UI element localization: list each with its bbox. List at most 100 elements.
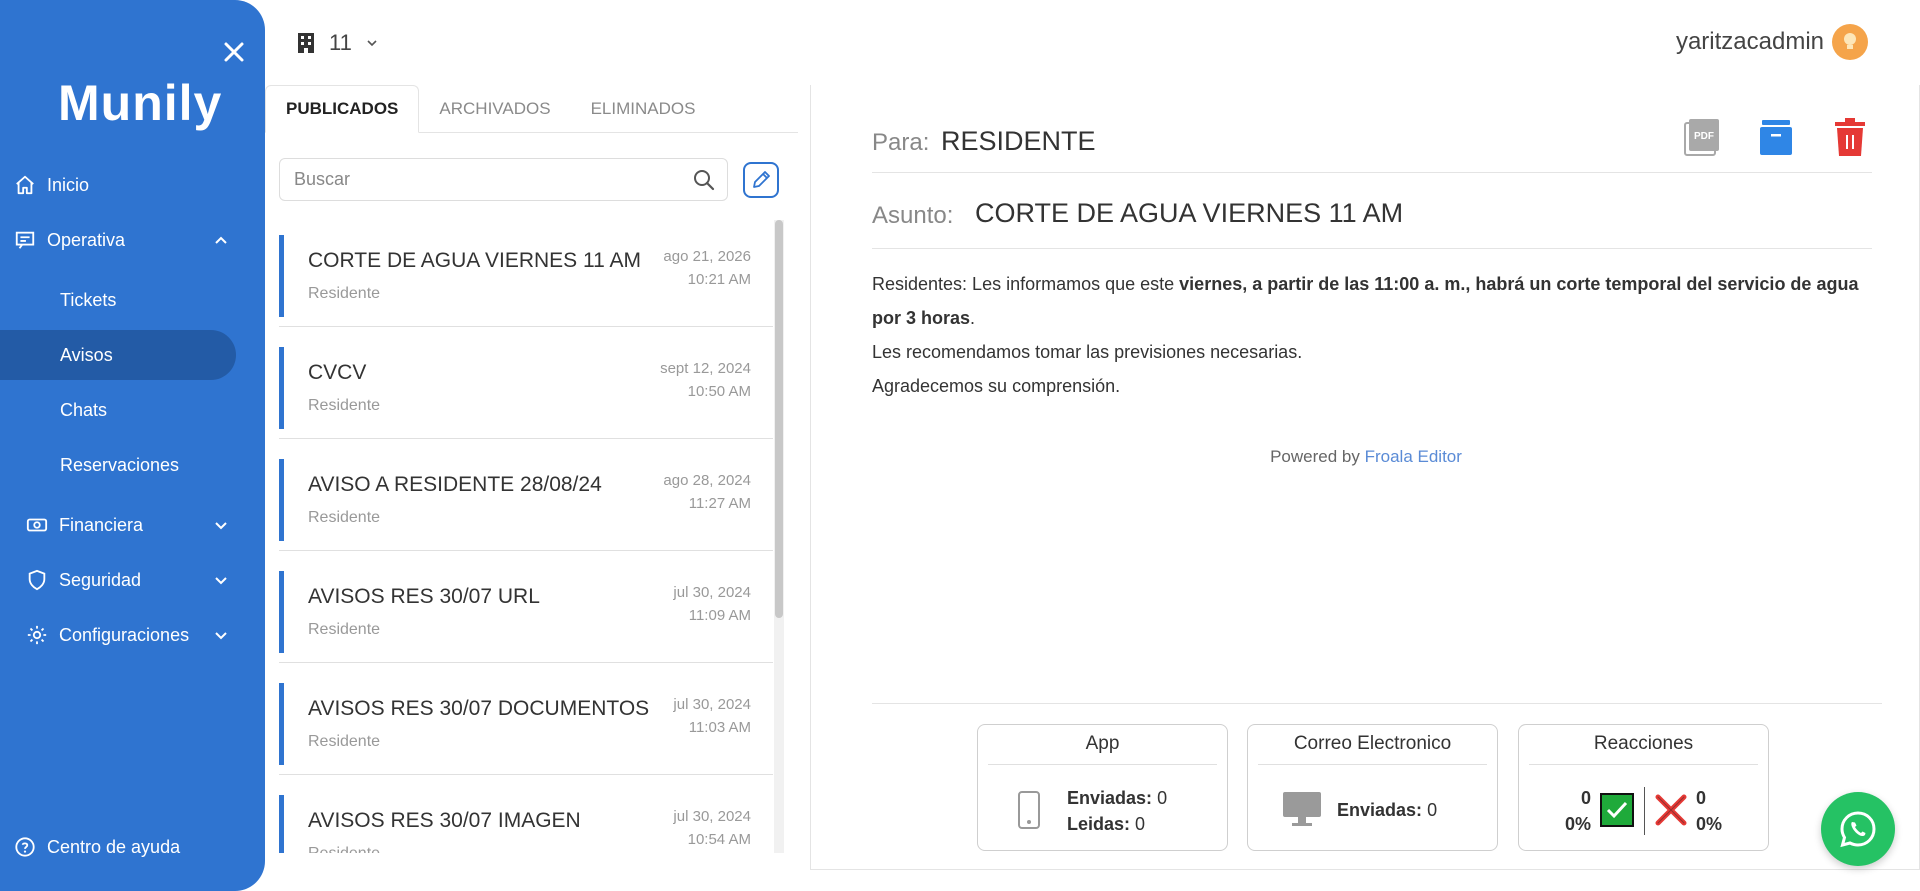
list-item[interactable]: CORTE DE AGUA VIERNES 11 AM Residente ago … [279, 235, 773, 327]
notice-date: jul 30, 2024 [673, 584, 751, 601]
list-item[interactable]: AVISO A RESIDENTE 28/08/24 Residente ago 2… [279, 459, 773, 551]
download-pdf-button[interactable]: PDF [1680, 115, 1724, 159]
sidebar-item-seguridad[interactable]: Seguridad [0, 558, 265, 602]
notice-title: CORTE DE AGUA VIERNES 11 AM [308, 249, 641, 272]
sidebar: Munily Inicio Operativa Tickets Avisos C… [0, 0, 265, 891]
chevron-down-icon [215, 522, 227, 530]
notice-date: ago 28, 2024 [663, 472, 751, 489]
notice-time: 10:50 AM [687, 383, 751, 400]
app-stats-card: App Enviadas: 0 Leidas: 0 [977, 724, 1228, 851]
notice-recipient: Residente [308, 285, 381, 302]
email-stats-card: Correo Electronico Enviadas: 0 [1247, 724, 1498, 851]
body-paragraph-1: Residentes: Les informamos que este vier… [872, 274, 1859, 328]
notice-time: 10:54 AM [687, 831, 751, 848]
notice-time: 11:09 AM [688, 607, 751, 624]
notice-list: CORTE DE AGUA VIERNES 11 AM Residente ago … [279, 220, 787, 853]
email-stats-title: Correo Electronico [1258, 733, 1487, 765]
negative-count: 0 [1696, 788, 1707, 808]
body-paragraph-2: Les recomendamos tomar las previsiones n… [872, 342, 1303, 362]
list-item[interactable]: AVISOS RES 30/07 IMAGEN Residente jul 30, … [279, 795, 773, 853]
notice-title: CVCV [308, 361, 367, 384]
whatsapp-icon [1840, 811, 1876, 848]
notice-date: ago 21, 2026 [663, 248, 751, 265]
sidebar-item-label: Seguridad [59, 569, 142, 590]
user-menu[interactable]: yaritzacadmin [1676, 24, 1868, 60]
notice-timestamp: ago 21, 2026 10:21 AM [663, 245, 751, 291]
gear-icon [25, 623, 49, 647]
help-circle-icon [13, 835, 37, 859]
list-item[interactable]: CVCV Residente sept 12, 2024 10:50 AM [279, 347, 773, 439]
help-center-link[interactable]: Centro de ayuda [0, 825, 265, 869]
sidebar-item-avisos[interactable]: Avisos [0, 330, 236, 380]
notice-timestamp: jul 30, 2024 11:09 AM [673, 581, 751, 627]
sidebar-item-reservaciones[interactable]: Reservaciones [0, 440, 236, 490]
chevron-up-icon [215, 236, 227, 244]
list-item[interactable]: AVISOS RES 30/07 URL Residente jul 30, 202… [279, 571, 773, 663]
notice-recipient: Residente [308, 509, 381, 526]
close-icon [224, 42, 244, 62]
app-sent: Enviadas: 0 [1067, 788, 1168, 808]
email-sent: Enviadas: 0 [1337, 800, 1438, 820]
list-item[interactable]: AVISOS RES 30/07 DOCUMENTOS Residente jul … [279, 683, 773, 775]
app-read: Leidas: 0 [1067, 814, 1146, 834]
sidebar-item-financiera[interactable]: Financiera [0, 503, 265, 547]
notice-time: 11:03 AM [688, 719, 751, 736]
body-paragraph-3: Agradecemos su comprensión. [872, 376, 1121, 396]
subject-value: CORTE DE AGUA VIERNES 11 AM [975, 198, 1404, 228]
archive-icon [1760, 120, 1792, 155]
divider [872, 703, 1882, 704]
phone-icon [1018, 791, 1040, 829]
negative-percent: 0% [1696, 814, 1723, 834]
tab-publicados[interactable]: PUBLICADOS [265, 85, 420, 133]
search-input[interactable] [294, 169, 674, 190]
recipient-value: RESIDENTE [941, 126, 1096, 156]
subject-row: Asunto: CORTE DE AGUA VIERNES 11 AM [872, 185, 1872, 249]
notice-date: jul 30, 2024 [673, 808, 751, 825]
notice-timestamp: jul 30, 2024 11:03 AM [673, 693, 751, 739]
scrollbar[interactable] [774, 220, 784, 853]
search-box [279, 158, 728, 201]
topbar: 11 yaritzacadmin [265, 0, 1920, 85]
shield-icon [25, 568, 49, 592]
money-icon [25, 513, 49, 537]
pdf-icon: PDF [1684, 119, 1719, 156]
subject-label: Asunto: [872, 202, 954, 229]
sidebar-item-label: Inicio [47, 174, 90, 195]
froala-link[interactable]: Froala Editor [1365, 447, 1462, 466]
new-notice-button[interactable] [743, 162, 779, 198]
archive-button[interactable] [1754, 115, 1798, 159]
building-selector[interactable]: 11 [297, 30, 378, 56]
app-logo: Munily [58, 75, 223, 131]
notice-recipient: Residente [308, 397, 381, 414]
username: yaritzacadmin [1675, 28, 1824, 55]
building-icon [298, 33, 314, 53]
tab-archivados[interactable]: ARCHIVADOS [419, 85, 570, 133]
sidebar-item-operativa[interactable]: Operativa [0, 218, 265, 262]
tab-eliminados[interactable]: ELIMINADOS [571, 85, 716, 133]
sidebar-item-tickets[interactable]: Tickets [0, 275, 236, 325]
scroll-thumb[interactable] [775, 220, 783, 618]
sidebar-item-configuraciones[interactable]: Configuraciones [0, 613, 265, 657]
notice-title: AVISO A RESIDENTE 28/08/24 [308, 473, 602, 496]
reaction-divider [1644, 787, 1645, 835]
close-sidebar-button[interactable] [222, 40, 246, 64]
notice-timestamp: sept 12, 2024 10:50 AM [660, 357, 751, 403]
delete-button[interactable] [1828, 115, 1872, 159]
search-icon[interactable] [693, 169, 715, 191]
svg-text:PDF: PDF [1694, 131, 1714, 142]
chevron-down-icon [215, 632, 227, 640]
sidebar-item-label: Financiera [59, 514, 144, 535]
monitor-icon [1283, 792, 1321, 826]
powered-by: Powered by Froala Editor [1270, 447, 1462, 466]
recipient-row: Para: RESIDENTE PDF [872, 115, 1872, 173]
notice-recipient: Residente [308, 621, 381, 638]
help-center-label: Centro de ayuda [47, 836, 181, 857]
notice-date: jul 30, 2024 [673, 696, 751, 713]
sidebar-item-inicio[interactable]: Inicio [0, 163, 265, 207]
chevron-down-icon [367, 40, 377, 47]
notice-actions: PDF [1680, 115, 1872, 159]
notice-time: 10:21 AM [687, 271, 751, 288]
sidebar-item-chats[interactable]: Chats [0, 385, 236, 435]
notice-detail: Para: RESIDENTE PDF Asunto: CORTE DE AGU… [810, 85, 1920, 870]
whatsapp-button[interactable] [1821, 792, 1895, 866]
